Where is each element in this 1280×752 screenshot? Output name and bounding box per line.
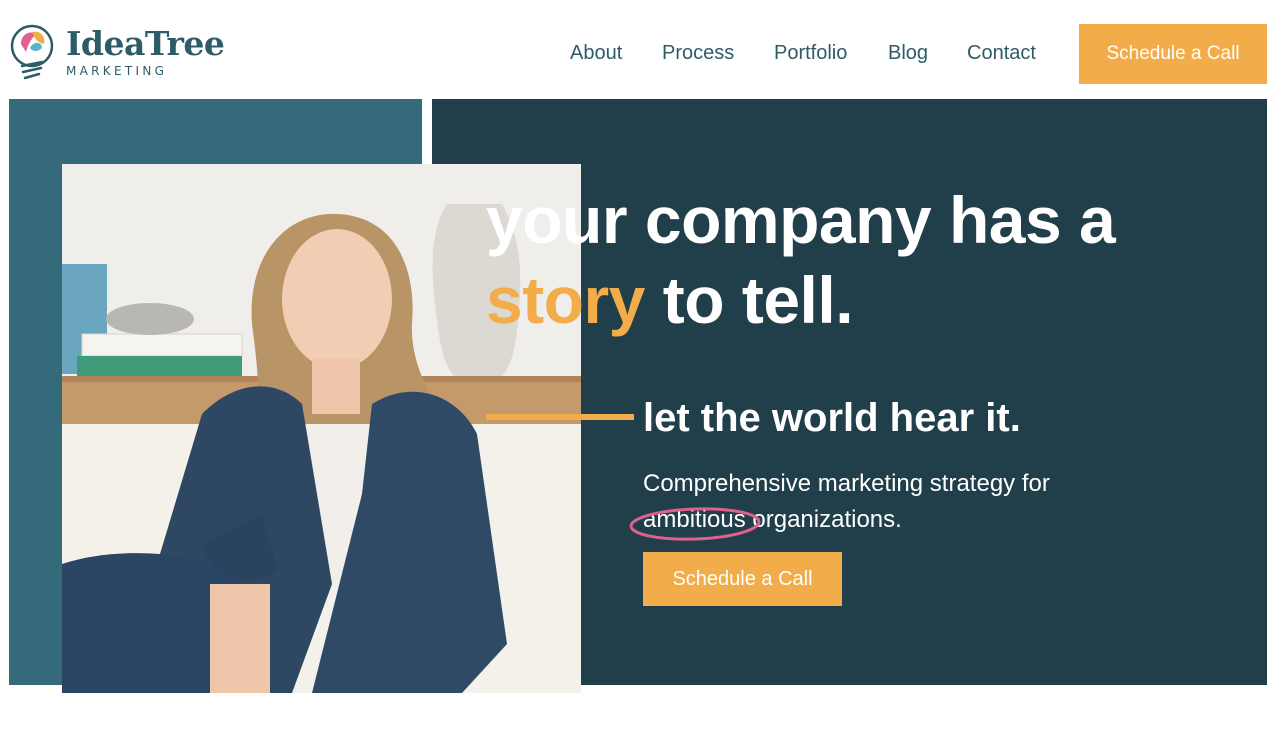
hero-subheadline: let the world hear it. [643, 396, 1021, 440]
nav-item-portfolio[interactable]: Portfolio [774, 42, 847, 65]
nav-item-contact[interactable]: Contact [967, 42, 1036, 65]
description-rest: organizations. [745, 506, 902, 533]
headline-line-2: story to tell. [486, 260, 1115, 340]
nav-item-about[interactable]: About [570, 42, 622, 65]
hero-schedule-call-button[interactable]: Schedule a Call [643, 552, 842, 606]
headline-line-1: your company has a [486, 183, 1116, 257]
headline-accent-word: story [486, 263, 645, 337]
page: IdeaTree MARKETING About Process Portfol… [0, 0, 1280, 752]
lightbulb-logo-icon [10, 24, 54, 80]
circled-word: ambitious [629, 502, 761, 541]
nav-item-process[interactable]: Process [662, 42, 734, 65]
hero-headline: your company has a story to tell. [486, 180, 1116, 340]
accent-rule [486, 414, 634, 420]
circled-word-text: ambitious [643, 506, 746, 533]
brand-tagline: MARKETING [66, 64, 168, 78]
header-schedule-call-button[interactable]: Schedule a Call [1079, 24, 1267, 84]
logo[interactable]: IdeaTree MARKETING [8, 22, 225, 84]
nav-item-blog[interactable]: Blog [888, 42, 928, 65]
brand-name: IdeaTree [66, 24, 225, 63]
description-line-1: Comprehensive marketing strategy for [643, 470, 1050, 497]
description-line-2: ambitious organizations. [629, 502, 1103, 541]
headline-line-2-rest: to tell. [662, 263, 854, 337]
hero-description: Comprehensive marketing strategy for amb… [629, 466, 1103, 541]
